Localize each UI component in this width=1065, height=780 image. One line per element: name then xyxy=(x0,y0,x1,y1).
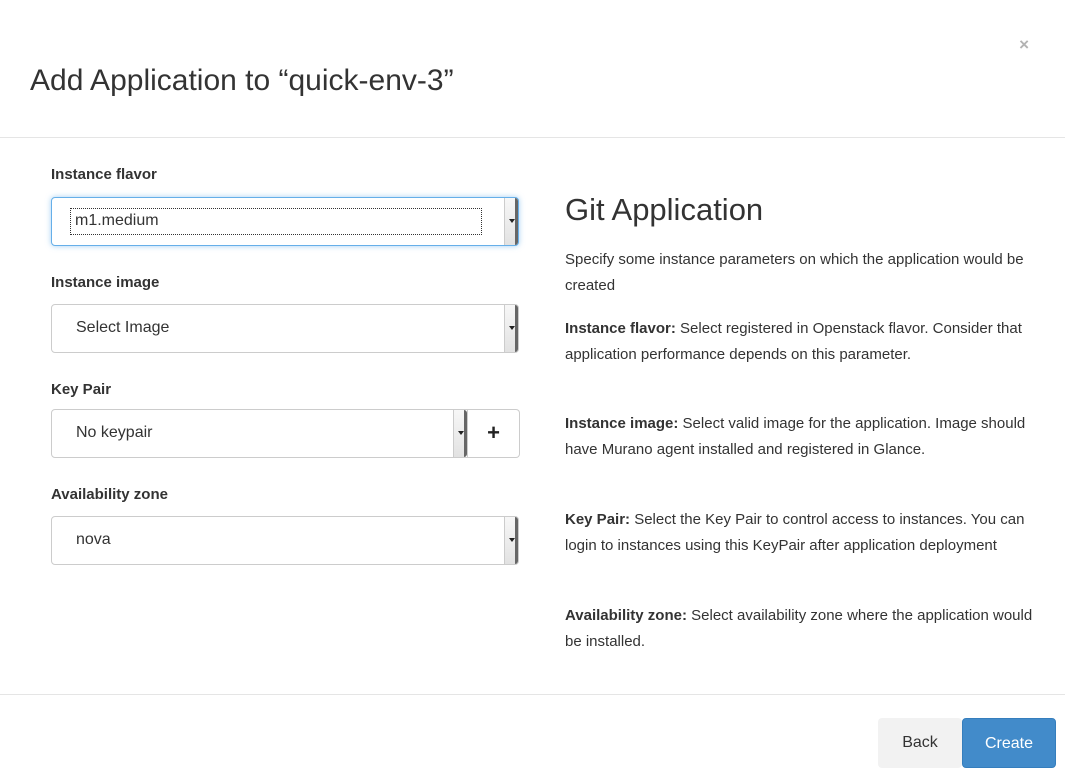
availability-zone-select[interactable]: nova xyxy=(51,516,519,565)
chevron-down-icon[interactable] xyxy=(504,305,518,352)
instance-flavor-value: m1.medium xyxy=(75,212,159,229)
help-keypair: Key Pair: Select the Key Pair to control… xyxy=(565,507,1043,559)
key-pair-label: Key Pair xyxy=(51,381,112,398)
help-zone: Availability zone: Select availability z… xyxy=(565,603,1043,655)
create-button[interactable]: Create xyxy=(962,718,1056,768)
help-zone-term: Availability zone: xyxy=(565,607,687,624)
instance-flavor-select[interactable]: m1.medium xyxy=(51,197,519,246)
key-pair-select[interactable]: No keypair xyxy=(51,409,468,458)
add-application-modal: Add Application to “quick-env-3” × Insta… xyxy=(0,0,1065,780)
help-flavor: Instance flavor: Select registered in Op… xyxy=(565,316,1043,368)
instance-image-select[interactable]: Select Image xyxy=(51,304,519,353)
modal-header: Add Application to “quick-env-3” × xyxy=(0,0,1065,138)
chevron-down-icon[interactable] xyxy=(504,198,518,245)
back-button[interactable]: Back xyxy=(878,718,962,768)
help-image: Instance image: Select valid image for t… xyxy=(565,411,1043,463)
availability-zone-label: Availability zone xyxy=(51,486,168,503)
plus-icon: + xyxy=(487,420,500,445)
instance-image-value: Select Image xyxy=(76,319,170,336)
help-flavor-term: Instance flavor: xyxy=(565,320,676,337)
add-keypair-button[interactable]: + xyxy=(468,409,520,458)
key-pair-value: No keypair xyxy=(76,424,153,441)
modal-title: Add Application to “quick-env-3” xyxy=(30,64,454,97)
chevron-down-icon[interactable] xyxy=(504,517,518,564)
instance-flavor-label: Instance flavor xyxy=(51,166,157,183)
help-keypair-desc: Select the Key Pair to control access to… xyxy=(565,511,1025,554)
chevron-down-icon[interactable] xyxy=(453,410,467,457)
availability-zone-value: nova xyxy=(76,531,111,548)
focus-ring: m1.medium xyxy=(70,208,482,235)
modal-footer: Back Create xyxy=(0,694,1065,780)
close-icon[interactable]: × xyxy=(1019,36,1029,53)
help-title: Git Application xyxy=(565,192,764,227)
help-image-term: Instance image: xyxy=(565,415,679,432)
help-keypair-term: Key Pair: xyxy=(565,511,631,528)
help-intro: Specify some instance parameters on whic… xyxy=(565,251,1024,294)
instance-image-label: Instance image xyxy=(51,274,160,291)
